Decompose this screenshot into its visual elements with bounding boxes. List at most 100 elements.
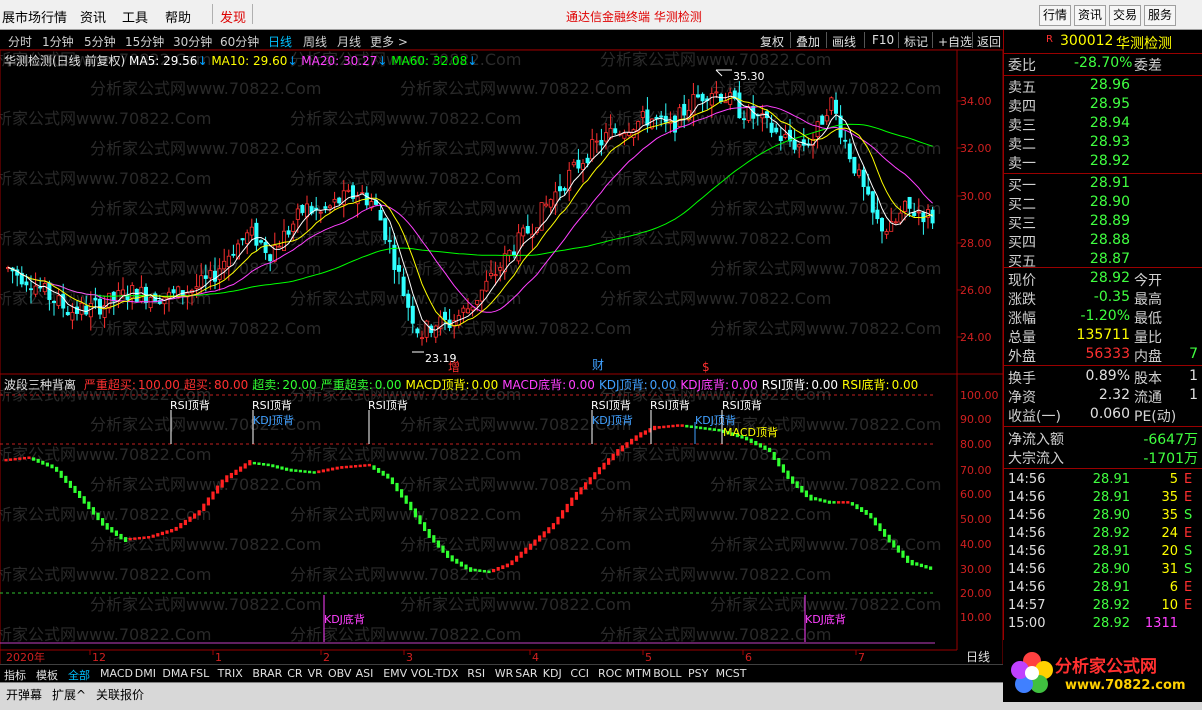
mark-button[interactable]: 标记 [904, 33, 928, 50]
indicator-tab[interactable]: DMI [135, 667, 156, 680]
indicator-tab[interactable]: FSL [190, 667, 209, 680]
buy-level-row[interactable]: 买一 28.91 [1004, 175, 1202, 194]
indicator-tab[interactable]: CCI [570, 667, 589, 680]
period-tab[interactable]: 分时 [8, 33, 32, 50]
buy-level-label: 买二 [1008, 197, 1036, 213]
event-mark-increase[interactable]: 增 [448, 360, 460, 374]
draw-line-button[interactable]: 画线 [832, 33, 856, 50]
add-watchlist-button[interactable]: +自选 [938, 33, 972, 50]
sell-level-row[interactable]: 卖五 28.96 [1004, 77, 1202, 96]
sell-level-row[interactable]: 卖一 28.92 [1004, 153, 1202, 172]
service-button[interactable]: 服务 [1144, 5, 1176, 26]
indicator-tab[interactable]: RSI [467, 667, 485, 680]
indicator-tab[interactable]: MCST [716, 667, 747, 680]
candle-up [916, 211, 921, 214]
period-tab[interactable]: 60分钟 [220, 33, 259, 50]
watermark-text: 分析家公式网www.70822.Com [600, 625, 831, 644]
period-tab[interactable]: 30分钟 [173, 33, 212, 50]
indicator-tab[interactable]: 指标 [4, 667, 26, 683]
period-more[interactable]: 更多 > [370, 33, 408, 50]
fuquan-button[interactable]: 复权 [760, 33, 784, 50]
sell-level-row[interactable]: 卖三 28.94 [1004, 115, 1202, 134]
menu-help[interactable]: 帮助 [165, 7, 191, 26]
divider [1004, 267, 1202, 268]
event-mark-dividend[interactable]: $ [702, 360, 710, 374]
expand-button[interactable]: 扩展^ [52, 686, 86, 703]
indicator-bar-up [524, 547, 528, 554]
indicator-bar-down [473, 568, 477, 572]
indicator-tab[interactable]: BRAR [252, 667, 282, 680]
tick-price: 28.92 [1092, 598, 1130, 613]
back-button[interactable]: 返回 [977, 33, 1001, 50]
indicator-tab[interactable]: DMA [162, 667, 188, 680]
kline-chart[interactable]: 分析家公式网www.70822.Com 分析家公式网www.70822.Com 分析… [0, 50, 1003, 664]
indicator-bar-down [418, 515, 422, 525]
rsi-top-label: RSI顶背 [650, 398, 690, 412]
period-tab[interactable]: 周线 [303, 33, 327, 50]
indicator-tab[interactable]: ROC [598, 667, 622, 680]
x-tick: 3 [406, 651, 413, 664]
buy-level-row[interactable]: 买三 28.89 [1004, 213, 1202, 232]
period-tab[interactable]: 月线 [337, 33, 361, 50]
ind-tick: 90.00 [960, 413, 992, 426]
indicator-bar-down [124, 537, 128, 543]
period-tab[interactable]: 5分钟 [84, 33, 116, 50]
indicator-bar-up [225, 475, 229, 483]
indicator-bar-up [229, 472, 233, 479]
indicator-tab[interactable]: OBV [328, 667, 351, 680]
indicator-tab[interactable]: SAR [515, 667, 537, 680]
flow-value: -6647万 [1143, 432, 1198, 448]
sell-level-row[interactable]: 卖二 28.93 [1004, 134, 1202, 153]
period-tab[interactable]: 15分钟 [125, 33, 164, 50]
sell-level-row[interactable]: 卖四 28.95 [1004, 96, 1202, 115]
menu-news[interactable]: 资讯 [80, 7, 106, 26]
indicator-bar-down [712, 428, 716, 431]
tick-price: 28.92 [1092, 616, 1130, 631]
period-tab-active[interactable]: 日线 [268, 33, 292, 50]
related-quote-button[interactable]: 关联报价 [96, 686, 144, 703]
indicator-tab[interactable]: KDJ [543, 667, 562, 680]
indicator-tab[interactable]: MACD [100, 667, 133, 680]
tick-volume: 35 [1161, 508, 1178, 523]
menu-discover[interactable]: 发现 [220, 7, 246, 26]
danmaku-button[interactable]: 开弹幕 [6, 686, 42, 703]
indicator-tab[interactable]: ASI [356, 667, 374, 680]
indicator-tab[interactable]: 模板 [36, 667, 58, 683]
indicator-tab[interactable]: VOL-TDX [411, 667, 459, 680]
candle-up [461, 307, 466, 313]
f10-button[interactable]: F10 [872, 33, 894, 47]
indicator-tab[interactable]: PSY [688, 667, 708, 680]
indicator-tab[interactable]: MTM [626, 667, 652, 680]
overlay-button[interactable]: 叠加 [796, 33, 820, 50]
indicator-param-label: RSI顶背: [761, 378, 810, 392]
buy-level-row[interactable]: 买二 28.90 [1004, 194, 1202, 213]
tick-price: 28.91 [1092, 472, 1130, 487]
indicator-tab[interactable]: CR [287, 667, 302, 680]
period-tab[interactable]: 1分钟 [42, 33, 74, 50]
trade-button[interactable]: 交易 [1109, 5, 1141, 26]
indicator-bar-down [459, 561, 463, 567]
indicator-param-label: MACD底背: [502, 378, 567, 392]
indicator-tab[interactable]: WR [495, 667, 514, 680]
indicator-bar-up [542, 531, 546, 538]
indicator-tab[interactable]: TRIX [218, 667, 243, 680]
menu-market[interactable]: 展市场行情 [2, 7, 67, 26]
indicator-param-label: MACD顶背: [405, 378, 470, 392]
fundamental-label: 换手 [1008, 371, 1036, 387]
indicator-tab[interactable]: BOLL [653, 667, 681, 680]
indicator-tab[interactable]: VR [308, 667, 323, 680]
indicator-bar-down [308, 470, 312, 474]
news-button[interactable]: 资讯 [1074, 5, 1106, 26]
indicator-bar-up [505, 563, 509, 568]
watermark-text: 分析家公式网www.70822.Com [600, 169, 831, 188]
candle-down [737, 92, 742, 119]
macd-top-label: MACD顶背 [723, 425, 778, 439]
event-mark-finance[interactable]: 财 [592, 358, 604, 372]
indicator-tab[interactable]: 全部 [68, 667, 90, 683]
indicator-tab[interactable]: EMV [383, 667, 407, 680]
indicator-bar-up [643, 430, 647, 435]
candle-down [258, 240, 263, 243]
menu-tools[interactable]: 工具 [122, 7, 148, 26]
buy-level-row[interactable]: 买四 28.88 [1004, 232, 1202, 251]
quote-button[interactable]: 行情 [1039, 5, 1071, 26]
